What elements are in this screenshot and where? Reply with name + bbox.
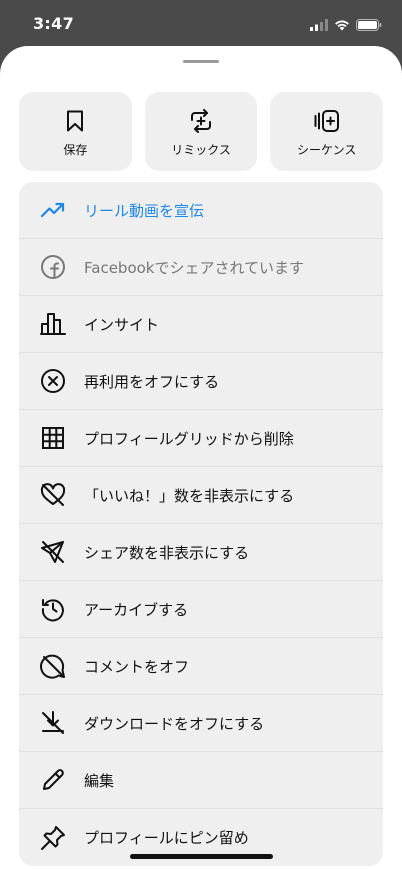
hide-like-count-item[interactable]: 「いいね！」数を非表示にする [19, 467, 383, 524]
menu-item-label: リール動画を宣伝 [84, 201, 205, 220]
save-label: 保存 [63, 143, 88, 157]
archive-history-icon [39, 595, 67, 623]
disable-remix-item[interactable]: 再利用をオフにする [19, 353, 383, 410]
promote-reel-item[interactable]: リール動画を宣伝 [19, 182, 383, 239]
remix-icon [188, 109, 214, 133]
heart-off-icon [39, 481, 67, 509]
status-bar: 3:47 [0, 0, 402, 48]
facebook-icon [39, 253, 67, 281]
menu-item-label: プロフィールにピン留め [84, 829, 249, 847]
sequence-button[interactable]: シーケンス [270, 92, 384, 171]
archive-item[interactable]: アーカイブする [19, 581, 383, 638]
menu-item-label: アーカイブする [84, 600, 189, 619]
menu-item-label: 編集 [84, 771, 115, 790]
menu-item-label: シェア数を非表示にする [84, 543, 250, 562]
battery-icon [356, 16, 382, 35]
turn-off-downloads-item[interactable]: ダウンロードをオフにする [19, 695, 383, 752]
sequence-icon [314, 109, 340, 133]
grid-icon [39, 424, 67, 452]
options-menu: リール動画を宣伝 Facebookでシェアされています インサイト 再利用をオフ… [19, 182, 383, 866]
pencil-icon [39, 766, 67, 794]
bookmark-icon [63, 109, 87, 133]
top-actions: 保存 リミックス シーケンス [19, 92, 384, 171]
facebook-shared-item[interactable]: Facebookでシェアされています [19, 239, 383, 296]
menu-item-label: プロフィールグリッドから削除 [84, 429, 294, 448]
hide-share-count-item[interactable]: シェア数を非表示にする [19, 524, 383, 581]
menu-item-label: 再利用をオフにする [84, 372, 220, 391]
insights-item[interactable]: インサイト [19, 296, 383, 353]
cellular-signal-icon [310, 16, 328, 35]
home-indicator[interactable] [130, 854, 273, 859]
save-button[interactable]: 保存 [19, 92, 132, 171]
menu-item-label: インサイト [84, 315, 160, 334]
remix-label: リミックス [171, 143, 231, 157]
trending-up-icon [39, 196, 67, 224]
wifi-icon [334, 16, 350, 35]
circle-x-icon [39, 367, 67, 395]
bottom-sheet: 保存 リミックス シーケンス リール動画を宣伝 Facebookでシェアされてい… [0, 46, 402, 869]
pin-icon [39, 824, 67, 852]
menu-item-label: ダウンロードをオフにする [84, 714, 265, 733]
remix-button[interactable]: リミックス [144, 92, 258, 171]
remove-from-grid-item[interactable]: プロフィールグリッドから削除 [19, 410, 383, 467]
download-off-icon [39, 709, 67, 737]
menu-item-label: Facebookでシェアされています [84, 258, 305, 277]
edit-item[interactable]: 編集 [19, 752, 383, 809]
status-icons [310, 16, 382, 35]
menu-item-label: コメントをオフ [84, 657, 190, 676]
comment-off-icon [39, 652, 67, 680]
turn-off-comments-item[interactable]: コメントをオフ [19, 638, 383, 695]
bar-chart-icon [39, 310, 67, 338]
menu-item-label: 「いいね！」数を非表示にする [84, 486, 295, 505]
status-time: 3:47 [33, 14, 74, 33]
sheet-grabber[interactable] [183, 60, 219, 63]
send-off-icon [39, 538, 67, 566]
sequence-label: シーケンス [296, 143, 357, 157]
